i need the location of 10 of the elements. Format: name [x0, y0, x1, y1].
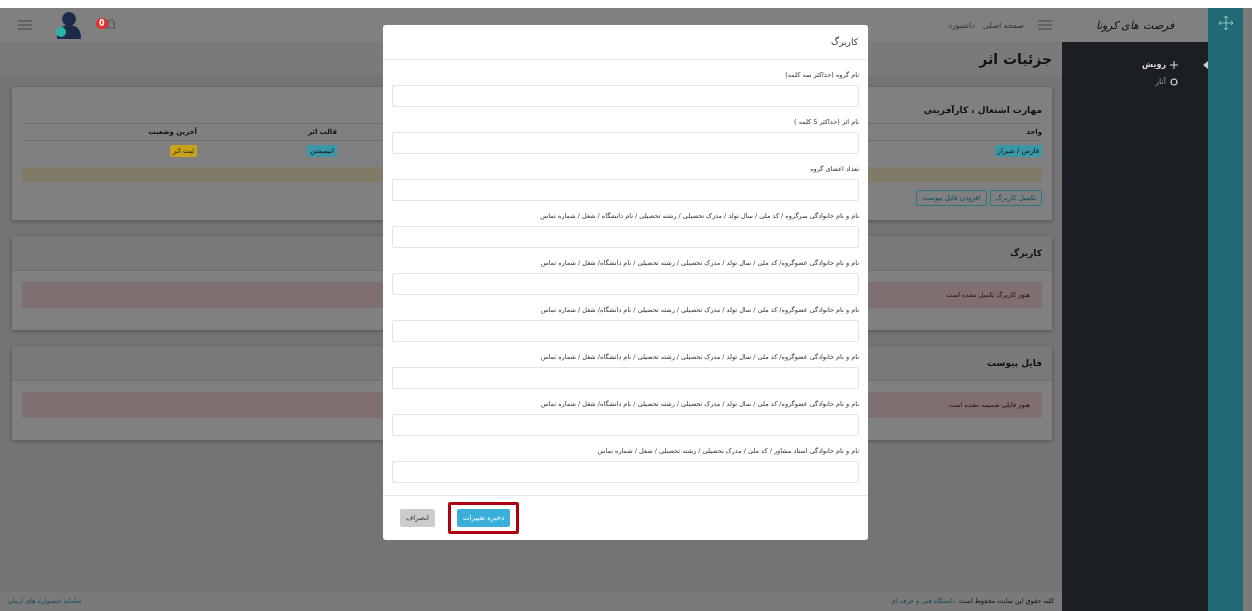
card-title: فایل پیوست	[987, 358, 1042, 368]
card-title: مهارت اشتغال ، کارآفرینی	[922, 105, 1042, 115]
card-title: کاربرگ	[1010, 248, 1042, 258]
brand-logo[interactable]: فرصت های کرونا	[1062, 18, 1208, 32]
notification-count: 0	[96, 18, 108, 29]
nav-link[interactable]: داشبورد	[948, 20, 975, 30]
nav-link[interactable]: صفحه اصلی	[982, 20, 1024, 30]
page-title: جزئیات اثر	[979, 50, 1052, 67]
modal-title: کاربرگ	[831, 37, 858, 47]
sidebar-item[interactable]: آثار	[1062, 73, 1208, 90]
